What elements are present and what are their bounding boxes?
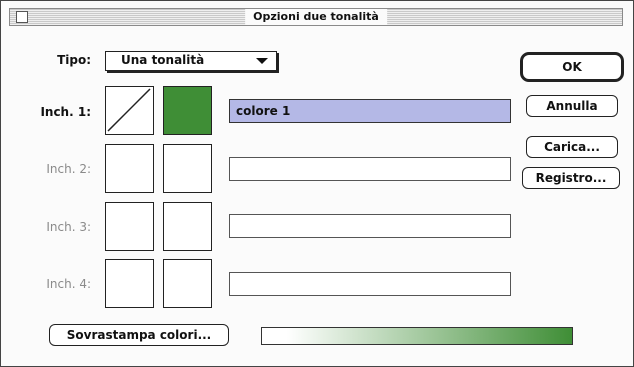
- ink-3-color-swatch[interactable]: [163, 202, 212, 251]
- save-button[interactable]: Registro...: [522, 167, 620, 189]
- dialog-title: Opzioni due tonalità: [245, 9, 387, 25]
- load-button[interactable]: Carica...: [526, 136, 618, 158]
- ink-1-curve-box[interactable]: [105, 86, 154, 135]
- ink-4-label: Inch. 4:: [46, 277, 91, 291]
- ink-2-label: Inch. 2:: [46, 162, 91, 176]
- ink-1-label: Inch. 1:: [40, 105, 91, 119]
- ink-1-name-field[interactable]: colore 1: [229, 99, 511, 123]
- tipo-select-value: Una tonalità: [121, 53, 205, 67]
- ink-4-color-swatch[interactable]: [163, 259, 212, 308]
- ink-2-curve-box[interactable]: [105, 144, 154, 193]
- ink-3-label: Inch. 3:: [46, 220, 91, 234]
- ink-4-curve-box[interactable]: [105, 259, 154, 308]
- ink-2-color-swatch[interactable]: [163, 144, 212, 193]
- close-box-icon[interactable]: [16, 11, 28, 23]
- overprint-colors-button[interactable]: Sovrastampa colori...: [49, 324, 229, 346]
- chevron-down-icon: [256, 58, 268, 64]
- tipo-label: Tipo:: [57, 53, 91, 67]
- ink-3-curve-box[interactable]: [105, 202, 154, 251]
- cancel-button[interactable]: Annulla: [526, 95, 618, 117]
- tipo-select[interactable]: Una tonalità: [105, 51, 277, 71]
- duotone-options-dialog: Opzioni due tonalità Tipo: Una tonalità …: [0, 0, 634, 367]
- ok-button[interactable]: OK: [520, 52, 624, 82]
- ink-3-name-field[interactable]: [229, 214, 511, 238]
- ink-4-name-field[interactable]: [229, 272, 511, 296]
- duotone-gradient-ramp: [261, 327, 573, 345]
- ink-2-name-field[interactable]: [229, 157, 511, 181]
- ink-1-color-swatch[interactable]: [163, 86, 212, 135]
- title-bar[interactable]: Opzioni due tonalità: [9, 8, 623, 26]
- duotone-curve-icon: [107, 88, 151, 132]
